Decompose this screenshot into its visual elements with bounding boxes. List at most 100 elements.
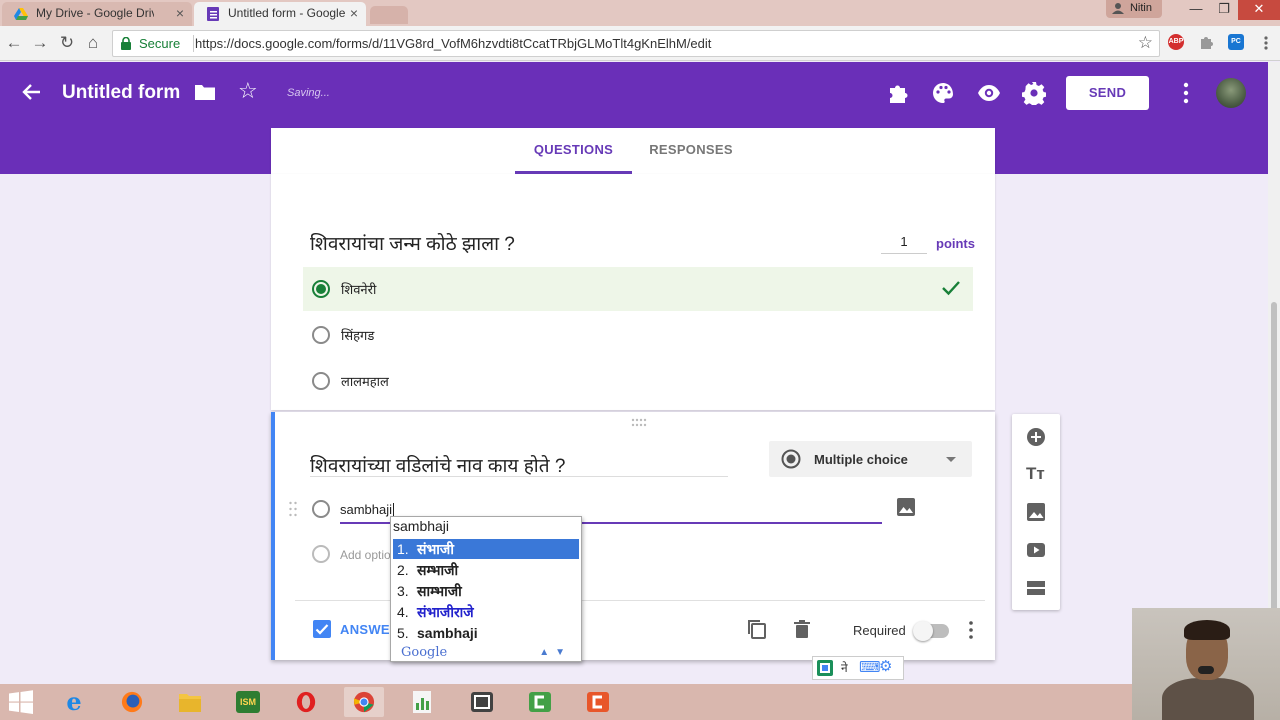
suggestion-item[interactable]: 4. संभाजीराजे xyxy=(393,602,579,622)
add-image-icon[interactable] xyxy=(897,498,915,516)
back-arrow-icon[interactable] xyxy=(20,81,42,103)
taskbar-opera[interactable] xyxy=(286,687,326,717)
browser-user-chip[interactable]: Nitin xyxy=(1105,0,1162,18)
question-card-1[interactable]: शिवरायांचा जन्म कोठे झाला ? 1 points शिव… xyxy=(271,174,995,410)
palette-icon[interactable] xyxy=(931,81,955,105)
forward-button[interactable]: → xyxy=(30,33,50,53)
more-vert-icon[interactable] xyxy=(1176,80,1196,106)
language-char[interactable]: ने xyxy=(841,657,848,679)
webcam-person-body xyxy=(1162,678,1254,720)
browser-tabstrip: My Drive - Google Drive × Untitled form … xyxy=(0,0,1280,26)
new-tab-button[interactable] xyxy=(370,6,408,24)
maximize-button[interactable]: ❐ xyxy=(1208,0,1240,20)
suggestion-word: sambhaji xyxy=(417,625,478,641)
answer-key-checkbox-icon[interactable] xyxy=(313,620,331,638)
input-tools-icon[interactable] xyxy=(817,660,833,676)
suggestion-item[interactable]: 1. संभाजी xyxy=(393,539,579,559)
add-question-icon[interactable] xyxy=(1026,427,1046,447)
taskbar-internet-explorer[interactable]: e xyxy=(54,687,94,717)
taskbar-cisco-ism[interactable]: ISM xyxy=(228,687,268,717)
suggestion-item[interactable]: 2. सम्भाजी xyxy=(393,560,579,580)
camtasia-green-icon xyxy=(529,692,551,712)
browser-toolbar: ← → ↻ ⌂ Secure https://docs.google.com/f… xyxy=(0,26,1280,61)
taskbar-file-explorer[interactable] xyxy=(170,687,210,717)
home-button[interactable]: ⌂ xyxy=(83,33,103,53)
close-icon[interactable]: × xyxy=(350,2,358,24)
option-row[interactable]: लालमहाल xyxy=(303,359,973,403)
suggestion-word: सम्भाजी xyxy=(417,562,459,578)
add-section-icon[interactable] xyxy=(1026,578,1046,598)
browser-tab-my-drive[interactable]: My Drive - Google Drive × xyxy=(2,2,192,26)
add-video-icon[interactable] xyxy=(1026,540,1046,560)
question-type-label: Multiple choice xyxy=(814,452,908,467)
radio-unselected[interactable] xyxy=(312,326,330,344)
delete-trash-icon[interactable] xyxy=(791,618,813,640)
folder-icon xyxy=(179,694,201,712)
suggestion-item[interactable]: 3. साम्भाजी xyxy=(393,581,579,601)
close-icon[interactable]: × xyxy=(176,2,184,24)
star-icon[interactable]: ☆ xyxy=(238,80,258,102)
tab-responses[interactable]: RESPONSES xyxy=(641,128,741,174)
camtasia-orange-icon xyxy=(587,692,609,712)
taskbar-camtasia-recorder[interactable] xyxy=(462,687,502,717)
suggestion-number: 3. xyxy=(397,583,409,599)
browser-tab-untitled-form[interactable]: Untitled form - Google F × xyxy=(194,2,366,26)
preview-eye-icon[interactable] xyxy=(977,81,1001,105)
account-avatar[interactable] xyxy=(1216,78,1246,108)
bookmark-star-icon[interactable]: ☆ xyxy=(1138,33,1153,53)
chart-document-icon xyxy=(413,691,431,713)
page-scrollbar[interactable] xyxy=(1268,62,1280,684)
adblock-plus-icon[interactable]: ABP xyxy=(1168,34,1184,50)
url-separator xyxy=(193,35,194,52)
text-cursor xyxy=(393,503,395,516)
taskbar-chrome[interactable] xyxy=(344,687,384,717)
tab-questions[interactable]: QUESTIONS xyxy=(515,128,632,174)
points-label: points xyxy=(936,236,975,251)
radio-unselected xyxy=(312,500,330,518)
radio-selected[interactable] xyxy=(312,280,330,298)
chrome-menu-icon[interactable] xyxy=(1258,35,1274,51)
duplicate-icon[interactable] xyxy=(746,618,768,640)
drag-handle-icon[interactable] xyxy=(631,418,647,428)
required-toggle[interactable] xyxy=(913,621,949,641)
reload-button[interactable]: ↻ xyxy=(57,33,77,53)
suggestion-scroll-arrows-icon[interactable]: ▲▼ xyxy=(539,647,571,658)
pc-extension-icon[interactable]: PC xyxy=(1228,34,1244,50)
option-row-correct[interactable]: शिवनेरी xyxy=(303,267,973,311)
addons-puzzle-icon[interactable] xyxy=(886,81,910,105)
question-title-underline xyxy=(310,476,728,477)
windows-start-icon[interactable] xyxy=(8,690,34,714)
keyboard-icon[interactable]: ⌨ xyxy=(859,657,881,679)
address-bar[interactable]: Secure https://docs.google.com/forms/d/1… xyxy=(112,30,1160,57)
taskbar-firefox[interactable] xyxy=(112,687,152,717)
question-type-dropdown[interactable]: Multiple choice xyxy=(769,441,972,477)
back-button[interactable]: ← xyxy=(4,33,24,53)
gear-icon[interactable]: ⚙ xyxy=(879,656,892,678)
add-image-icon[interactable] xyxy=(1026,502,1046,522)
settings-gear-icon[interactable] xyxy=(1022,81,1046,105)
option-drag-handle-icon[interactable] xyxy=(288,501,298,517)
question-card-2-active[interactable]: शिवरायांच्या वडिलांचे नाव काय होते ? Mul… xyxy=(271,412,995,660)
taskbar-camtasia[interactable] xyxy=(578,687,618,717)
form-title[interactable]: Untitled form xyxy=(62,82,180,104)
url-text[interactable]: https://docs.google.com/forms/d/11VG8rd_… xyxy=(195,36,711,51)
add-title-icon[interactable]: Tт xyxy=(1026,464,1045,484)
send-button[interactable]: SEND xyxy=(1066,76,1149,110)
radio-button-icon xyxy=(781,449,801,469)
suggestion-item[interactable]: 5. sambhaji xyxy=(393,623,579,643)
question-title[interactable]: शिवरायांचा जन्म कोठे झाला ? xyxy=(310,230,515,256)
taskbar-camtasia-studio[interactable] xyxy=(520,687,560,717)
puzzle-extension-icon[interactable] xyxy=(1198,35,1214,51)
add-option-link[interactable]: Add option xyxy=(340,548,397,562)
option-row[interactable]: सिंहगड xyxy=(303,313,973,357)
input-tools-widget[interactable]: ने ⌨ ⚙ xyxy=(812,656,904,680)
more-options-icon[interactable] xyxy=(967,620,975,640)
folder-icon[interactable] xyxy=(194,83,216,101)
question-title[interactable]: शिवरायांच्या वडिलांचे नाव काय होते ? xyxy=(310,452,565,478)
window-close-button[interactable]: ✕ xyxy=(1238,0,1280,20)
tab-title: Untitled form - Google F xyxy=(228,6,346,20)
taskbar-charts-app[interactable] xyxy=(402,687,442,717)
radio-unselected[interactable] xyxy=(312,372,330,390)
suggestion-word: संभाजीराजे xyxy=(417,604,474,620)
points-input[interactable]: 1 xyxy=(881,234,927,254)
